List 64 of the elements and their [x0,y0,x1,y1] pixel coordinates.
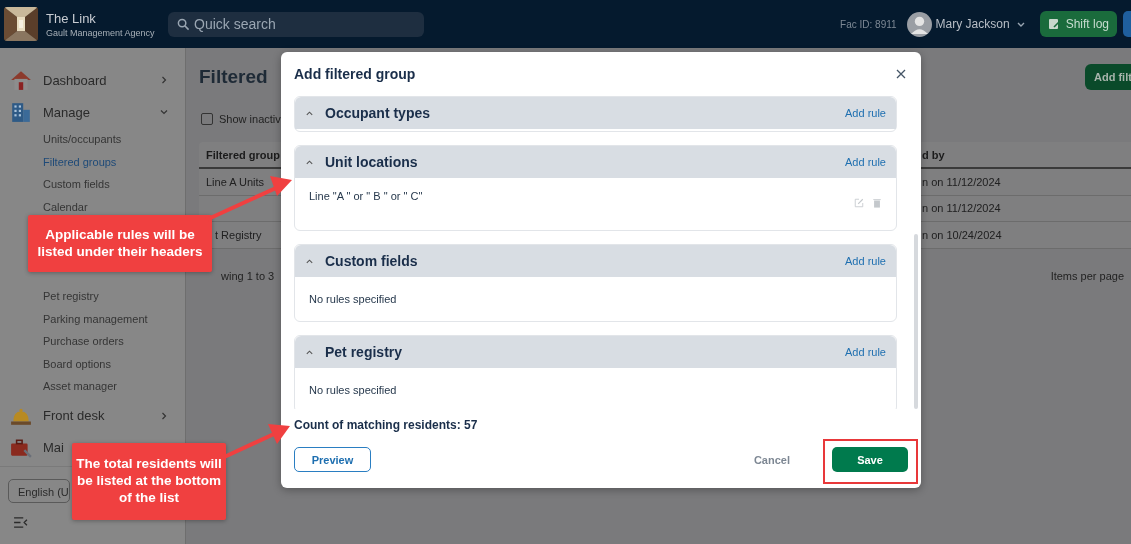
sidebar-item[interactable]: Dashboard [43,72,107,88]
sidebar-subitem[interactable]: Asset manager [43,379,117,393]
sidebar-subitem[interactable]: Filtered groups [43,154,117,169]
sidebar-subitem[interactable]: Custom fields [43,177,110,191]
add-rule-link[interactable]: Add rule [845,346,886,358]
scrollbar[interactable] [914,234,918,409]
sidebar-item[interactable]: Mai [43,440,64,455]
section-header[interactable]: Custom fields Add rule [295,245,896,277]
section-header[interactable]: Occupant types Add rule [295,97,896,129]
sidebar-item[interactable]: Manage [43,104,90,120]
search-icon [177,17,190,31]
items-per-page-label: Items per page [1050,269,1124,282]
facility-id: Fac ID: 8911 [840,18,897,30]
add-filtered-group-button[interactable]: Add filt [1085,64,1131,90]
house-icon [10,69,32,91]
caret-icon[interactable] [305,108,314,118]
sidebar-subitem[interactable]: Calendar [43,199,88,214]
checkbox[interactable] [201,113,213,125]
showing-count: wing 1 to 3 [221,269,275,282]
caret-icon[interactable] [305,256,314,266]
sidebar-subitem[interactable]: Parking management [43,311,148,326]
table-cell: n on 11/12/2024 [922,175,1001,188]
table-cell-text: Line A Units [205,175,265,188]
collapse-menu-icon[interactable] [13,516,28,528]
rule-text: Line "A " or " B " or " C" [309,190,424,202]
table-cell: n on 11/12/2024 [922,202,1001,215]
close-icon[interactable] [896,69,906,79]
sidebar-item[interactable]: Front desk [43,408,105,423]
section-header[interactable]: Unit locations Add rule [295,146,896,178]
sidebar-subitem[interactable]: Units/occupants [43,132,122,146]
add-rule-link[interactable]: Add rule [845,255,886,267]
table-cell-text: t Registry [214,228,262,241]
column-header: Filtered group [205,148,280,161]
agency-name: Gault Management Agency [46,27,156,38]
avatar-icon [906,11,932,37]
add-rule-link[interactable]: Add rule [845,156,886,168]
building-icon [10,101,32,123]
header-button[interactable] [1123,11,1131,37]
callout: Applicable rules will be listed under their headers [28,215,212,272]
callout: The total residents will be listed at the bottom of the list [72,443,226,520]
app-name: The Link [46,10,97,26]
cancel-button[interactable]: Cancel [747,452,796,467]
empty-rules-text: No rules specified [309,384,397,396]
language-select[interactable]: English (U [8,478,70,503]
dialog-title: Add filtered group [294,66,416,82]
search-field[interactable]: Quick search [168,11,424,37]
save-button[interactable]: Save [832,447,908,472]
user-menu[interactable]: Mary Jackson [931,17,1010,31]
column-header: d by [922,148,945,161]
sidebar-subitem[interactable]: Pet registry [43,289,99,303]
caret-icon[interactable] [305,347,314,357]
add-rule-link[interactable]: Add rule [845,107,886,119]
empty-rules-text: No rules specified [309,293,397,305]
sidebar-subitem[interactable]: Purchase orders [43,334,124,348]
table-cell: n on 10/24/2024 [922,228,1002,241]
shift-log-button[interactable]: Shift log [1039,11,1117,37]
page-title: Filtered [199,66,268,88]
clipboard-icon [1047,18,1060,30]
checkbox-label: Show inactiv [219,113,281,125]
caret-icon[interactable] [305,157,314,167]
sidebar-subitem[interactable]: Board options [43,356,111,371]
preview-button[interactable]: Preview [294,447,371,472]
section-header[interactable]: Pet registry Add rule [295,336,896,368]
matching-count: Count of matching residents: 57 [294,418,479,432]
